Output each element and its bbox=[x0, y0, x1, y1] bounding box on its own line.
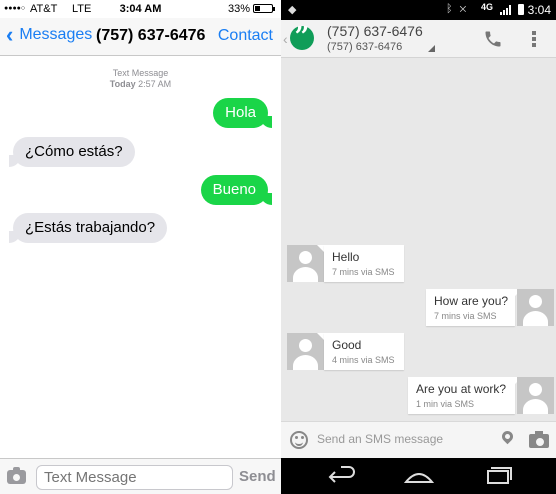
status-time: 3:04 bbox=[527, 3, 551, 17]
ios-messages-screen: ●●●●○ AT&T LTE 3:04 AM 33% ‹ Messages (7… bbox=[0, 0, 281, 494]
ios-input-bar: Send bbox=[0, 458, 281, 494]
recent-apps-icon[interactable] bbox=[474, 458, 524, 494]
back-button-label: Messages bbox=[19, 26, 93, 43]
ios-nav-bar: ‹ Messages (757) 637-6476 Contact bbox=[0, 18, 281, 56]
wifi-icon: ◆ bbox=[288, 4, 297, 16]
message-text: Hello bbox=[332, 250, 360, 264]
conversation-subtitle[interactable]: (757) 637-6476 bbox=[327, 41, 402, 53]
message-text: Good bbox=[332, 338, 362, 352]
up-navigation-icon[interactable]: ‹ bbox=[283, 31, 288, 47]
bluetooth-icon: ᛒ bbox=[446, 3, 455, 15]
status-icons: ᛒ ✕ bbox=[446, 3, 468, 15]
message-bubble-outgoing[interactable]: Hola bbox=[213, 98, 272, 128]
chevron-left-icon: ‹ bbox=[6, 22, 14, 47]
conversation-action-bar: ‹ (757) 637-6476 (757) 637-6476 bbox=[281, 20, 556, 58]
home-nav-icon[interactable] bbox=[394, 458, 444, 494]
message-text: ¿Estás trabajando? bbox=[25, 219, 156, 236]
message-meta: 1 min via SMS bbox=[416, 399, 475, 409]
conversation-timestamp: Text Message Today 2:57 AM bbox=[0, 68, 281, 90]
battery-icon bbox=[518, 4, 524, 15]
ios-status-bar: ●●●●○ AT&T LTE 3:04 AM 33% bbox=[0, 0, 281, 18]
timestamp-time: 2:57 AM bbox=[138, 79, 172, 89]
bubble-tail bbox=[317, 245, 324, 252]
timestamp-type: Text Message bbox=[112, 68, 169, 78]
battery-percent: 33% bbox=[228, 3, 251, 15]
timestamp-day: Today bbox=[109, 79, 136, 89]
send-button[interactable]: Send bbox=[239, 468, 276, 485]
battery-icon bbox=[253, 4, 275, 13]
timestamp-datetime: Today 2:57 AM bbox=[0, 79, 281, 90]
android-nav-bar bbox=[281, 458, 556, 494]
emoji-icon[interactable] bbox=[290, 431, 308, 449]
network-type: 4G bbox=[481, 2, 494, 12]
location-pin-icon[interactable] bbox=[499, 428, 516, 445]
message-text: ¿Cómo estás? bbox=[25, 143, 123, 160]
contact-button[interactable]: Contact bbox=[218, 27, 273, 45]
message-text: How are you? bbox=[434, 294, 509, 308]
self-avatar-icon bbox=[517, 377, 554, 414]
dropdown-indicator-icon[interactable] bbox=[428, 45, 435, 52]
bubble-tail bbox=[317, 333, 324, 340]
overflow-menu-icon[interactable] bbox=[531, 29, 537, 49]
message-bubble-incoming[interactable]: ¿Estás trabajando? bbox=[8, 213, 168, 243]
message-text: Bueno bbox=[212, 181, 256, 198]
compose-bar: Send an SMS message bbox=[281, 421, 556, 458]
message-bubble-outgoing[interactable]: How are you? 7 mins via SMS bbox=[426, 289, 515, 326]
message-meta: 7 mins via SMS bbox=[434, 311, 497, 321]
conversation-title: (757) 637-6476 bbox=[96, 27, 206, 44]
battery-level-fill bbox=[255, 6, 260, 11]
android-status-bar: ◆ ᛒ ✕ 4G 3:04 bbox=[281, 0, 556, 20]
message-text: Hola bbox=[225, 104, 256, 121]
phone-call-icon[interactable] bbox=[483, 29, 503, 49]
camera-icon[interactable] bbox=[529, 431, 549, 448]
back-nav-icon[interactable] bbox=[319, 458, 369, 494]
mute-icon: ✕ bbox=[459, 3, 469, 15]
message-meta: 4 mins via SMS bbox=[332, 355, 395, 365]
self-avatar-icon bbox=[517, 289, 554, 326]
sms-message-input[interactable]: Send an SMS message bbox=[317, 432, 443, 446]
conversation-title[interactable]: (757) 637-6476 bbox=[327, 23, 423, 39]
message-bubble-incoming[interactable]: ¿Cómo estás? bbox=[9, 137, 135, 167]
message-input[interactable] bbox=[36, 465, 233, 490]
message-bubble-outgoing[interactable]: Are you at work? 1 min via SMS bbox=[408, 377, 515, 414]
message-text: Are you at work? bbox=[416, 382, 507, 396]
message-bubble-incoming[interactable]: Good 4 mins via SMS bbox=[324, 333, 404, 370]
message-bubble-incoming[interactable]: Hello 7 mins via SMS bbox=[324, 245, 404, 282]
signal-strength-icon bbox=[500, 5, 512, 15]
camera-icon[interactable] bbox=[7, 467, 26, 484]
message-meta: 7 mins via SMS bbox=[332, 267, 395, 277]
back-button[interactable]: ‹ Messages bbox=[6, 22, 93, 47]
android-hangouts-screen: ◆ ᛒ ✕ 4G 3:04 ‹ (757) 637-6476 (757) 637… bbox=[281, 0, 556, 494]
hangouts-logo-icon[interactable] bbox=[290, 22, 314, 52]
message-bubble-outgoing[interactable]: Bueno bbox=[200, 175, 273, 205]
